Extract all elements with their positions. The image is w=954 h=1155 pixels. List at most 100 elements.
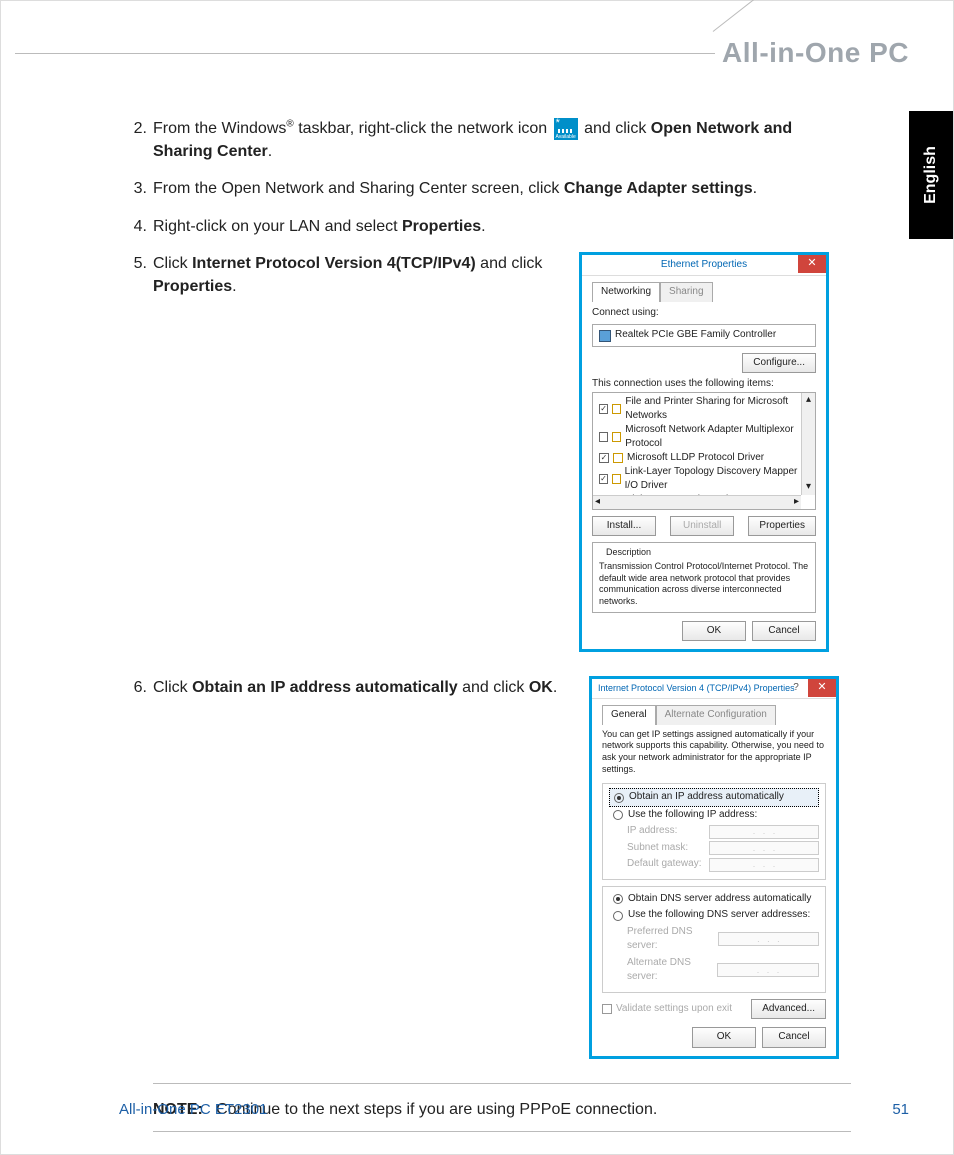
checkbox-icon <box>602 1004 612 1014</box>
ip-input[interactable]: . . . <box>709 858 819 872</box>
registered-mark: ® <box>286 119 293 130</box>
list-item[interactable]: ✓ Microsoft LLDP Protocol Driver <box>593 451 815 465</box>
dialog-titlebar: Ethernet Properties ✕ <box>582 255 826 277</box>
bold-text: OK <box>529 679 553 696</box>
radio-label: Obtain an IP address automatically <box>629 790 784 805</box>
close-icon[interactable]: ✕ <box>808 679 836 697</box>
adapter-icon <box>599 330 611 342</box>
text: and click <box>458 679 529 696</box>
protocol-icon <box>612 404 621 414</box>
adapter-field: Realtek PCIe GBE Family Controller <box>592 324 816 347</box>
validate-checkbox[interactable]: Validate settings upon exit <box>602 1002 732 1017</box>
text: From the Windows <box>153 120 286 137</box>
radio-manual-ip[interactable]: Use the following IP address: <box>609 807 819 824</box>
items-listbox[interactable]: ✓ File and Printer Sharing for Microsoft … <box>592 392 816 510</box>
tab-bar: Networking Sharing <box>592 282 816 302</box>
uninstall-button[interactable]: Uninstall <box>670 516 734 537</box>
network-tray-icon: Available <box>554 118 578 140</box>
advanced-button[interactable]: Advanced... <box>751 999 826 1020</box>
list-item-label: Microsoft Network Adapter Multiplexor Pr… <box>625 423 811 451</box>
cancel-button[interactable]: Cancel <box>762 1027 826 1048</box>
text: Right-click on your LAN and select <box>153 218 402 235</box>
protocol-icon <box>612 474 621 484</box>
description-box: Description Transmission Control Protoco… <box>592 542 816 612</box>
info-text: You can get IP settings assigned automat… <box>602 729 826 776</box>
scrollbar-vertical[interactable]: ▴▾ <box>801 393 815 495</box>
text: . <box>268 143 272 160</box>
page-footer: All-in-One PC ET2301 51 <box>119 1101 909 1118</box>
tab-general[interactable]: General <box>602 705 656 725</box>
radio-icon <box>614 793 624 803</box>
checkbox-icon[interactable]: ✓ <box>599 404 608 414</box>
ok-button[interactable]: OK <box>692 1027 756 1048</box>
radio-auto-dns[interactable]: Obtain DNS server address automatically <box>609 891 819 908</box>
subnet-row: Subnet mask: . . . <box>609 840 819 857</box>
tab-alternate[interactable]: Alternate Configuration <box>656 705 776 725</box>
dialog-titlebar: Internet Protocol Version 4 (TCP/IPv4) P… <box>592 679 836 699</box>
bold-text: Properties <box>153 278 232 295</box>
list-item[interactable]: ✓Link-Layer Topology Discovery Mapper I/… <box>593 465 815 493</box>
list-item-label: Microsoft LLDP Protocol Driver <box>627 451 764 465</box>
radio-auto-ip[interactable]: Obtain an IP address automatically <box>609 788 819 807</box>
items-inner: ✓ File and Printer Sharing for Microsoft … <box>593 395 815 510</box>
content: 2. From the Windows® taskbar, right-clic… <box>131 117 851 1132</box>
field-label: Preferred DNS server: <box>627 925 718 954</box>
radio-label: Use the following DNS server addresses: <box>628 908 810 923</box>
list-item[interactable]: ✓ File and Printer Sharing for Microsoft … <box>593 395 815 423</box>
dialog-title: Ethernet Properties <box>661 258 747 273</box>
header-rule <box>15 53 715 54</box>
checkbox-icon[interactable] <box>599 432 608 442</box>
field-label: Default gateway: <box>627 857 702 872</box>
scroll-left-icon[interactable]: ◂ <box>595 495 600 510</box>
cancel-button[interactable]: Cancel <box>752 621 816 642</box>
install-button[interactable]: Install... <box>592 516 656 537</box>
ip-address-row: IP address:. . . <box>609 823 819 840</box>
radio-manual-dns[interactable]: Use the following DNS server addresses: <box>609 907 819 924</box>
ip-input[interactable]: . . . <box>709 825 819 839</box>
step-body: From the Open Network and Sharing Center… <box>153 177 851 200</box>
scroll-down-icon[interactable]: ▾ <box>806 480 811 495</box>
field-label: Alternate DNS server: <box>627 956 717 985</box>
bold-text: Internet Protocol Version 4(TCP/IPv4) <box>192 255 476 272</box>
step-number: 2. <box>131 117 153 163</box>
step-body: Right-click on your LAN and select Prope… <box>153 215 851 238</box>
step-body: Click Obtain an IP address automatically… <box>153 676 571 699</box>
list-item-label: File and Printer Sharing for Microsoft N… <box>625 395 811 423</box>
scroll-right-icon[interactable]: ▸ <box>794 495 799 510</box>
dns-group: Obtain DNS server address automatically … <box>602 886 826 993</box>
ip-input[interactable]: . . . <box>718 932 819 946</box>
field-label: Subnet mask: <box>627 841 688 856</box>
text: . <box>753 180 757 197</box>
text: and click <box>476 255 543 272</box>
checkbox-icon[interactable]: ✓ <box>599 474 608 484</box>
adapter-name: Realtek PCIe GBE Family Controller <box>615 328 776 343</box>
ip-input[interactable]: . . . <box>709 841 819 855</box>
help-icon[interactable]: ? <box>786 679 806 697</box>
configure-button[interactable]: Configure... <box>742 353 816 374</box>
step-body: Click Internet Protocol Version 4(TCP/IP… <box>153 252 561 298</box>
ip-input[interactable]: . . . <box>717 963 819 977</box>
scroll-up-icon[interactable]: ▴ <box>806 393 811 408</box>
close-icon[interactable]: ✕ <box>798 255 826 273</box>
radio-label: Use the following IP address: <box>628 808 757 823</box>
radio-icon <box>613 894 623 904</box>
tab-sharing[interactable]: Sharing <box>660 282 712 302</box>
properties-button[interactable]: Properties <box>748 516 816 537</box>
text: From the Open Network and Sharing Center… <box>153 180 564 197</box>
step-body: From the Windows® taskbar, right-click t… <box>153 117 851 163</box>
ethernet-properties-dialog: Ethernet Properties ✕ Networking Sharing… <box>579 252 829 652</box>
protocol-icon <box>612 432 621 442</box>
ok-button[interactable]: OK <box>682 621 746 642</box>
scrollbar-horizontal[interactable]: ◂▸ <box>593 495 801 509</box>
step-number: 4. <box>131 215 153 238</box>
checkbox-icon[interactable]: ✓ <box>599 453 609 463</box>
description-label: Description <box>603 547 654 559</box>
list-item[interactable]: Microsoft Network Adapter Multiplexor Pr… <box>593 423 815 451</box>
tab-networking[interactable]: Networking <box>592 282 660 302</box>
step-5-row: 5. Click Internet Protocol Version 4(TCP… <box>131 252 851 652</box>
text: . <box>232 278 236 295</box>
ipv4-properties-dialog: Internet Protocol Version 4 (TCP/IPv4) P… <box>589 676 839 1059</box>
note-rule-top <box>153 1083 851 1084</box>
dialog-title: Internet Protocol Version 4 (TCP/IPv4) P… <box>598 682 795 695</box>
page-title: All-in-One PC <box>722 37 909 69</box>
